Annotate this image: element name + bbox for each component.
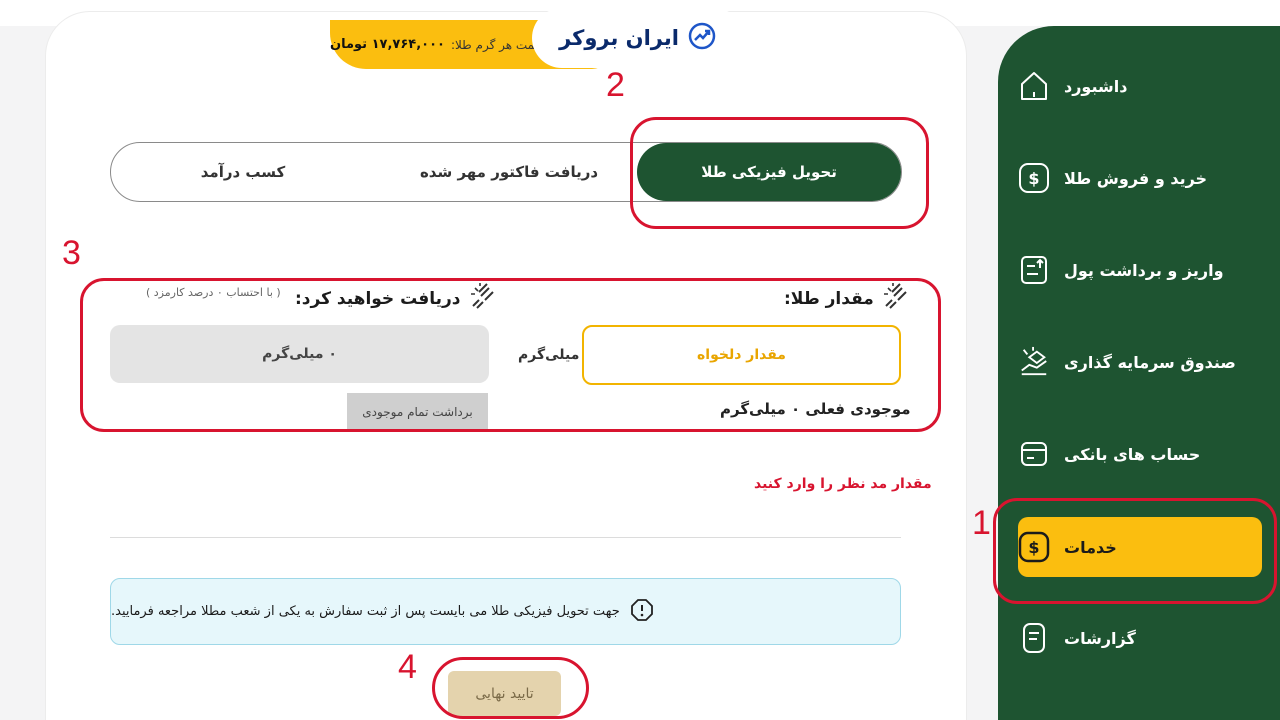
annotation-number-3: 3: [62, 234, 81, 272]
logo-text: ایران بروکر: [559, 26, 679, 50]
sidebar-item-label: حساب های بانکی: [1064, 444, 1201, 464]
annotation-number-2: 2: [606, 66, 625, 104]
divider: [110, 537, 901, 538]
bank-card-icon: [1018, 438, 1050, 470]
dollar-icon: $: [1018, 162, 1050, 194]
sidebar-item-reports[interactable]: گزارشات: [1018, 608, 1262, 668]
info-icon: [630, 598, 654, 626]
annotation-number-1: 1: [972, 504, 991, 542]
logo[interactable]: ایران بروکر: [532, 8, 744, 68]
home-icon: [1018, 70, 1050, 102]
transfer-icon: [1018, 254, 1050, 286]
gold-price-label: قیمت هر گرم طلا:: [450, 37, 544, 52]
info-alert: جهت تحویل فیزیکی طلا می بایست پس از ثبت …: [110, 578, 901, 645]
sidebar-item-label: صندوق سرمایه گذاری: [1064, 352, 1236, 372]
sidebar-item-bank-accounts[interactable]: حساب های بانکی: [1018, 424, 1262, 484]
svg-text:$: $: [1028, 169, 1039, 188]
error-message: مقدار مد نظر را وارد کنید: [754, 476, 932, 492]
tab-stamped-invoice[interactable]: دریافت فاکتور مهر شده: [381, 143, 637, 201]
investment-icon: [1018, 346, 1050, 378]
annotation-box-3: [80, 278, 941, 432]
sidebar-item-buy-sell-gold[interactable]: خرید و فروش طلا $: [1018, 148, 1262, 208]
sidebar-item-label: داشبورد: [1064, 76, 1128, 96]
sidebar-item-label: واریز و برداشت پول: [1064, 260, 1224, 280]
sidebar-item-label: گزارشات: [1064, 628, 1136, 648]
tab-earn-income[interactable]: کسب درآمد: [111, 143, 375, 201]
sidebar-item-label: خرید و فروش طلا: [1064, 168, 1208, 188]
annotation-box-4: [432, 657, 589, 719]
report-icon: [1018, 622, 1050, 654]
info-message: جهت تحویل فیزیکی طلا می بایست پس از ثبت …: [111, 604, 620, 619]
sidebar-item-dashboard[interactable]: داشبورد: [1018, 56, 1262, 116]
annotation-box-2: [630, 117, 929, 229]
sidebar-item-deposit-withdraw[interactable]: واریز و برداشت پول: [1018, 240, 1262, 300]
sidebar-item-investment-fund[interactable]: صندوق سرمایه گذاری: [1018, 332, 1262, 392]
annotation-number-4: 4: [398, 648, 417, 686]
gold-price-value: ۱۷,۷۶۴,۰۰۰ تومان: [330, 37, 445, 52]
annotation-box-1: [993, 498, 1277, 604]
logo-chart-icon: [687, 21, 717, 55]
